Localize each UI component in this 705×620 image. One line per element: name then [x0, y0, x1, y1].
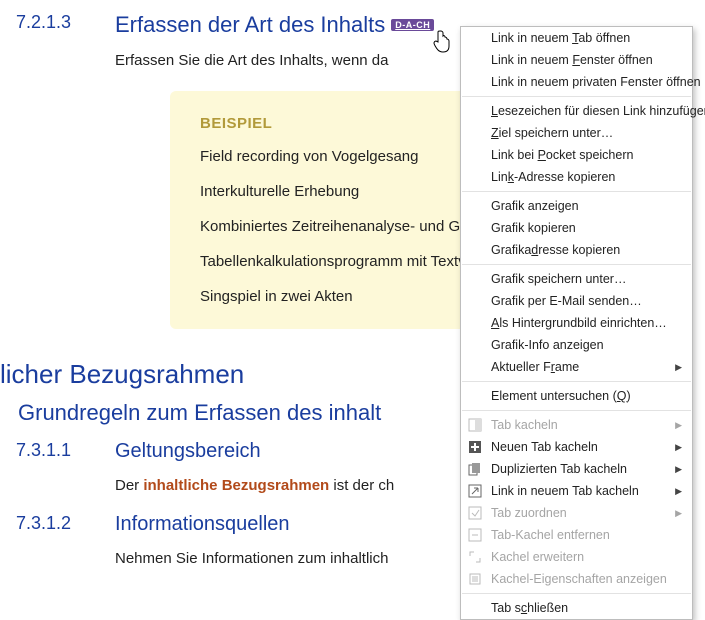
chevron-right-icon: ▶ [675, 486, 682, 497]
section-title: Geltungsbereich [115, 440, 261, 463]
ctx-open-new-window[interactable]: Link in neuem Fenster öffnen [461, 49, 692, 71]
ctx-bookmark-link[interactable]: Lesezeichen für diesen Link hinzufügen [461, 100, 692, 122]
section-number: 7.2.1.3 [0, 12, 115, 33]
ctx-close-tab[interactable]: Tab schließen [461, 597, 692, 619]
plus-tile-icon [467, 439, 483, 455]
ctx-open-new-tab[interactable]: Link in neuem Tab öffnen [461, 27, 692, 49]
section-number: 7.3.1.1 [0, 440, 115, 461]
ctx-tile-properties: Kachel-Eigenschaften anzeigen [461, 568, 692, 590]
ctx-separator [462, 264, 691, 265]
expand-tile-icon [467, 549, 483, 565]
duplicate-tile-icon [467, 461, 483, 477]
ctx-separator [462, 191, 691, 192]
section-title-text: Erfassen der Art des Inhalts [115, 12, 385, 38]
chevron-right-icon: ▶ [675, 508, 682, 519]
ctx-tile-link-tab[interactable]: Link in neuem Tab kacheln▶ [461, 480, 692, 502]
body-pre: Der [115, 477, 143, 494]
section-title: Informationsquellen [115, 513, 290, 536]
assign-tile-icon [467, 505, 483, 521]
ctx-tile-assign: Tab zuordnen▶ [461, 502, 692, 524]
ctx-inspect-element[interactable]: Element untersuchen (Q) [461, 385, 692, 407]
chevron-right-icon: ▶ [675, 442, 682, 453]
ctx-image-info[interactable]: Grafik-Info anzeigen [461, 334, 692, 356]
ctx-copy-image-address[interactable]: Grafikadresse kopieren [461, 239, 692, 261]
ctx-copy-link-address[interactable]: Link-Adresse kopieren [461, 166, 692, 188]
chevron-right-icon: ▶ [675, 464, 682, 475]
body-post: ist der ch [329, 477, 394, 494]
ctx-separator [462, 593, 691, 594]
ctx-save-pocket[interactable]: Link bei Pocket speichern [461, 144, 692, 166]
ctx-save-image[interactable]: Grafik speichern unter… [461, 268, 692, 290]
ctx-copy-image[interactable]: Grafik kopieren [461, 217, 692, 239]
ctx-set-as-background[interactable]: Als Hintergrundbild einrichten… [461, 312, 692, 334]
ctx-show-image[interactable]: Grafik anzeigen [461, 195, 692, 217]
context-menu: Link in neuem Tab öffnen Link in neuem F… [460, 26, 693, 620]
properties-tile-icon [467, 571, 483, 587]
chevron-right-icon: ▶ [675, 420, 682, 431]
ctx-tile-dup-tab[interactable]: Duplizierten Tab kacheln▶ [461, 458, 692, 480]
ctx-save-target[interactable]: Ziel speichern unter… [461, 122, 692, 144]
ctx-tile-remove: Tab-Kachel entfernen [461, 524, 692, 546]
ctx-tile-new-tab[interactable]: Neuen Tab kacheln▶ [461, 436, 692, 458]
body-bold: inhaltliche Bezugsrahmen [143, 477, 329, 494]
section-title: Erfassen der Art des Inhalts D-A-CH [115, 12, 434, 38]
link-tile-icon [467, 483, 483, 499]
ctx-separator [462, 381, 691, 382]
ctx-tile-expand: Kachel erweitern [461, 546, 692, 568]
ctx-separator [462, 96, 691, 97]
ctx-current-frame[interactable]: Aktueller Frame▶ [461, 356, 692, 378]
section-number: 7.3.1.2 [0, 513, 115, 534]
dach-badge-link[interactable]: D-A-CH [391, 19, 434, 31]
ctx-email-image[interactable]: Grafik per E-Mail senden… [461, 290, 692, 312]
ctx-tile-tab: Tab kacheln▶ [461, 414, 692, 436]
ctx-open-private-window[interactable]: Link in neuem privaten Fenster öffnen [461, 71, 692, 93]
ctx-separator [462, 410, 691, 411]
remove-tile-icon [467, 527, 483, 543]
tile-tab-icon [467, 417, 483, 433]
chevron-right-icon: ▶ [675, 362, 682, 373]
